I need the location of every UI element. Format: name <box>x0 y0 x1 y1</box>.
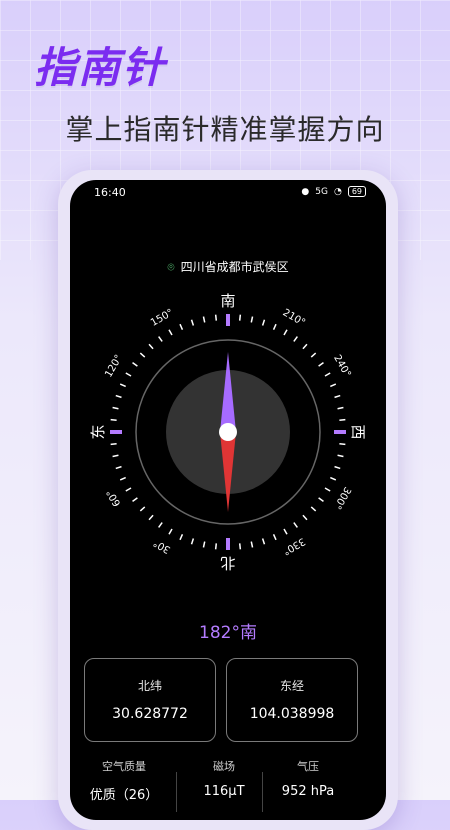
location-status-icon: ● <box>301 186 310 197</box>
compass-tick <box>238 543 242 550</box>
air-quality-value: 优质（26） <box>89 788 159 803</box>
compass-tick <box>293 336 298 342</box>
compass-tick <box>310 352 317 358</box>
compass-tick <box>318 362 324 367</box>
compass-tick <box>148 343 154 350</box>
compass-tick <box>293 522 298 528</box>
compass-tick <box>261 319 266 326</box>
compass-tick <box>148 514 154 521</box>
compass-tick <box>214 314 218 321</box>
compass-tick <box>339 418 346 422</box>
longitude-card: 东经 104.038998 <box>226 658 358 742</box>
pressure-value: 952 hPa <box>281 784 335 799</box>
battery-icon: 69 <box>347 186 366 197</box>
compass-tick <box>250 541 254 548</box>
compass-pivot <box>219 423 237 441</box>
compass-tick <box>119 383 126 388</box>
compass-tick <box>115 465 122 470</box>
phone-screen: 16:40 ● 5G ◔ 69 ⌾ 四川省成都市武侯区 南 西 北 东 150° … <box>70 180 386 820</box>
compass-tick <box>119 476 126 481</box>
compass-tick <box>179 534 184 541</box>
compass-tick <box>214 543 218 550</box>
latitude-card: 北纬 30.628772 <box>84 658 216 742</box>
compass-tick <box>112 406 119 410</box>
compass-tick <box>302 514 308 521</box>
compass-tick <box>334 465 341 470</box>
compass-tick <box>112 454 119 458</box>
compass-tick <box>132 362 138 367</box>
degree-label: 60° <box>105 487 123 508</box>
compass-tick <box>250 316 254 323</box>
compass-tick <box>324 372 331 377</box>
degree-label: 210° <box>281 307 307 329</box>
compass-tick <box>110 418 117 422</box>
compass-tick <box>179 323 184 330</box>
compass-tick <box>324 487 331 492</box>
compass-tick <box>125 487 132 492</box>
compass-tick <box>139 506 146 512</box>
compass-tick <box>190 319 195 326</box>
location-display: ⌾ 四川省成都市武侯区 <box>70 258 386 275</box>
heading-readout: 182°南 <box>199 623 257 643</box>
compass-tick <box>330 476 337 481</box>
compass-tick <box>139 352 146 358</box>
latitude-value: 30.628772 <box>112 706 188 722</box>
compass-tick <box>334 394 341 399</box>
cardinal-top: 南 <box>220 292 235 310</box>
compass-tick <box>202 541 206 548</box>
compass-tick <box>330 383 337 388</box>
pressure-label: 气压 <box>297 760 319 773</box>
compass-tick <box>132 497 138 502</box>
compass-dial[interactable]: 南 西 北 东 150° 210° 240° 300° 330° 30° 60°… <box>78 280 378 600</box>
compass-tick <box>272 534 277 541</box>
location-text: 四川省成都市武侯区 <box>180 260 289 274</box>
compass-tick <box>283 329 288 336</box>
signal-label: 5G <box>315 186 328 197</box>
status-time: 16:40 <box>94 186 126 199</box>
compass-tick <box>337 406 344 410</box>
promo-title: 指南针 <box>34 43 167 92</box>
pressure: 气压 952 hPa <box>258 758 358 799</box>
status-icons: ● 5G ◔ 69 <box>301 186 366 197</box>
longitude-value: 104.038998 <box>249 706 335 722</box>
compass-tick <box>337 454 344 458</box>
compass-tick <box>238 314 242 321</box>
compass-tick <box>158 336 163 342</box>
compass-tick <box>318 497 324 502</box>
degree-label: 120° <box>103 353 125 379</box>
compass-tick <box>202 316 206 323</box>
compass-tick <box>168 528 173 535</box>
degree-label: 240° <box>331 353 353 379</box>
compass-tick <box>168 329 173 336</box>
air-quality-label: 空气质量 <box>102 760 146 773</box>
cardinal-bottom: 北 <box>220 554 235 572</box>
compass-tick <box>158 522 163 528</box>
compass-tick <box>115 394 122 399</box>
degree-label: 300° <box>331 485 353 511</box>
compass-tick <box>339 442 346 446</box>
compass-tick <box>272 323 277 330</box>
longitude-label: 东经 <box>279 679 304 693</box>
compass-tick <box>110 442 117 446</box>
cardinal-left: 东 <box>89 424 107 439</box>
degree-label: 150° <box>149 307 175 329</box>
cardinal-right: 西 <box>349 424 367 439</box>
degree-label: 30° <box>152 537 173 555</box>
degree-label: 330° <box>281 535 307 557</box>
battery-level: 69 <box>351 187 362 196</box>
latitude-label: 北纬 <box>137 679 162 693</box>
wifi-icon: ◔ <box>333 186 342 197</box>
compass-tick <box>310 506 317 512</box>
compass-tick <box>190 538 195 545</box>
air-quality: 空气质量 优质（26） <box>74 758 174 803</box>
promo-subtitle: 掌上指南针精准掌握方向 <box>65 113 385 146</box>
compass-tick <box>125 372 132 377</box>
compass-tick <box>261 538 266 545</box>
location-pin-icon: ⌾ <box>167 260 175 274</box>
compass-tick <box>283 528 288 535</box>
compass-tick <box>302 343 308 350</box>
